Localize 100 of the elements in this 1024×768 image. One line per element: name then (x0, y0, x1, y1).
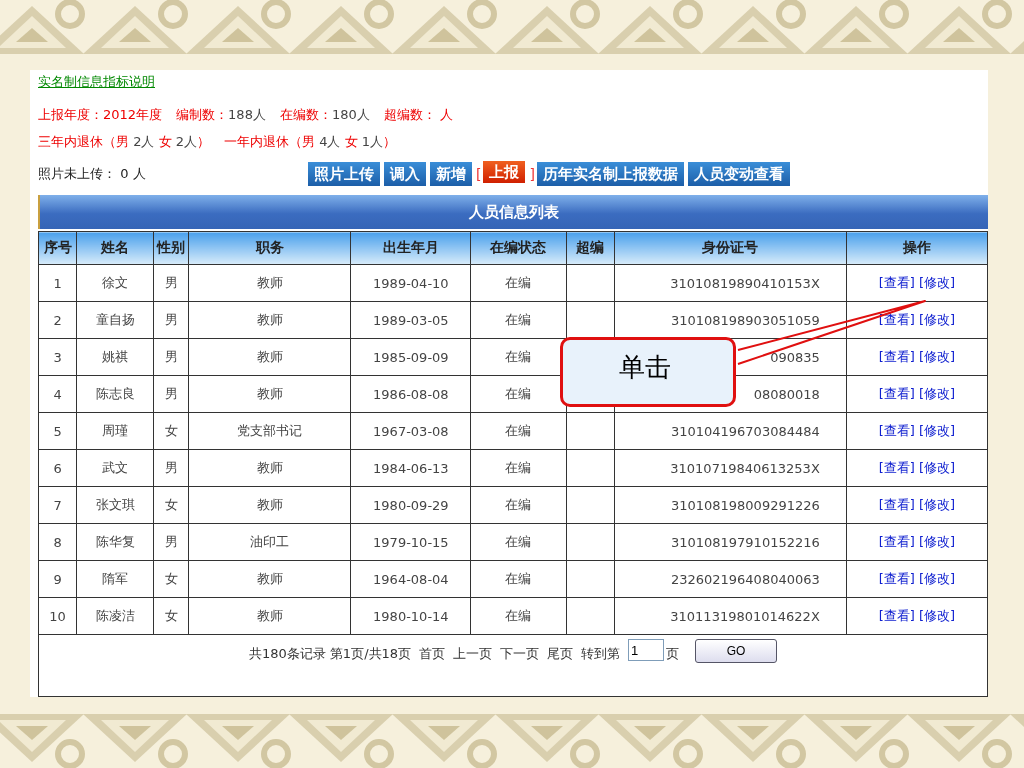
table-cell: 党支部书记 (188, 412, 351, 450)
edit-link[interactable]: [修改] (918, 460, 956, 475)
table-cell: 男 (153, 301, 189, 339)
view-link[interactable]: [查看] (878, 423, 915, 438)
column-header: 性别 (153, 231, 189, 265)
retire-label: 一年内退休（ (224, 133, 302, 149)
view-link[interactable]: [查看] (878, 497, 915, 512)
table-cell: 在编 (470, 560, 566, 598)
male-label: 男 (302, 133, 315, 149)
stat-label: 上报年度： (38, 106, 103, 122)
view-link[interactable]: [查看] (878, 460, 915, 475)
callout: 单击 (560, 337, 736, 407)
table-cell: 1964-08-04 (350, 560, 471, 598)
table-cell: 教师 (188, 560, 351, 598)
edit-link[interactable]: [修改] (918, 275, 956, 290)
table-cell: 教师 (188, 301, 351, 339)
column-header: 职务 (188, 231, 351, 265)
table-cell: 9 (38, 560, 77, 598)
edit-link[interactable]: [修改] (918, 497, 956, 512)
table-cell: 在编 (470, 597, 566, 635)
table-cell: 男 (153, 375, 189, 413)
table-cell: 在编 (470, 412, 566, 450)
female-label: 女 (344, 133, 358, 149)
edit-link[interactable]: [修改] (918, 534, 956, 549)
stat-value: 2012年度 (103, 106, 163, 122)
table-cell: 姚祺 (76, 338, 154, 376)
table-cell: 1 (38, 264, 77, 302)
page-link[interactable]: 下一页 (500, 645, 540, 663)
table-cell: 1989-04-10 (350, 264, 471, 302)
table-cell: 女 (153, 486, 189, 524)
action-button[interactable]: 人员变动查看 (687, 162, 790, 186)
action-button[interactable]: 新增 (430, 162, 472, 186)
page-input[interactable]: 1 (628, 639, 665, 661)
bracket-icon: ] (529, 166, 535, 182)
table-cell: 教师 (188, 597, 351, 635)
table-cell: 陈凌洁 (76, 597, 154, 635)
table-cell: 1980-09-29 (350, 486, 471, 524)
table-cell: 1984-06-13 (350, 449, 471, 487)
page-link[interactable]: 尾页 (547, 645, 574, 663)
table-cell: 童自扬 (76, 301, 154, 339)
view-link[interactable]: [查看] (878, 386, 915, 401)
table-cell: 在编 (470, 523, 566, 561)
page-link[interactable]: 上一页 (453, 645, 493, 663)
list-title-bar: 人员信息列表 (38, 195, 988, 229)
table-cell: 张文琪 (76, 486, 154, 524)
table-cell: 教师 (188, 375, 351, 413)
edit-link[interactable]: [修改] (918, 608, 956, 623)
table-cell: 1980-10-14 (350, 597, 471, 635)
edit-link[interactable]: [修改] (918, 571, 956, 586)
action-button[interactable]: 历年实名制上报数据 (536, 162, 684, 186)
stat-label: 超编数： (383, 106, 436, 122)
table-cell: 男 (153, 449, 189, 487)
column-header: 身份证号 (614, 231, 847, 265)
table-cell: 1967-03-08 (350, 412, 471, 450)
view-link[interactable]: [查看] (878, 534, 915, 549)
table-cell: 1979-10-15 (350, 523, 471, 561)
table-cell: 女 (153, 412, 189, 450)
page-link[interactable]: 首页 (419, 645, 446, 663)
stat-label: 在编数： (279, 106, 332, 122)
table-cell: 1986-08-08 (350, 375, 471, 413)
edit-link[interactable]: [修改] (918, 386, 956, 401)
table-cell: 陈华复 (76, 523, 154, 561)
male-count: 2人 (133, 133, 155, 149)
photo-count: 0 人 (120, 166, 146, 181)
stat-value: 188人 (228, 106, 266, 122)
view-link[interactable]: [查看] (878, 349, 915, 364)
column-header: 序号 (38, 231, 77, 265)
table-cell: 教师 (188, 449, 351, 487)
view-link[interactable]: [查看] (878, 608, 915, 623)
table-cell: 在编 (470, 486, 566, 524)
table-cell: 7 (38, 486, 77, 524)
goto-label: 转到第 (581, 645, 621, 663)
table-cell: 2 (38, 301, 77, 339)
male-label: 男 (116, 133, 129, 149)
table-cell: 1985-09-09 (350, 338, 471, 376)
edit-link[interactable]: [修改] (918, 312, 956, 327)
view-link[interactable]: [查看] (878, 275, 915, 290)
record-summary: 共180条记录 第1页/共18页 (248, 645, 412, 663)
photo-label: 照片未上传： (38, 166, 116, 181)
table-cell: 8 (38, 523, 77, 561)
table-cell: 周瑾 (76, 412, 154, 450)
table-cell: 310104196703084484 (614, 412, 847, 450)
table-cell: 在编 (470, 301, 566, 339)
edit-link[interactable]: [修改] (918, 423, 956, 438)
table-cell: 男 (153, 338, 189, 376)
go-button[interactable]: GO (695, 639, 778, 663)
table-cell: 4 (38, 375, 77, 413)
table-cell: 教师 (188, 486, 351, 524)
action-button[interactable]: 调入 (384, 162, 426, 186)
table-cell: 隋军 (76, 560, 154, 598)
column-header: 出生年月 (350, 231, 471, 265)
column-header: 操作 (846, 231, 988, 265)
view-link[interactable]: [查看] (878, 571, 915, 586)
action-button[interactable]: 照片上传 (308, 162, 380, 186)
info-link[interactable]: 实名制信息指标说明 (38, 73, 155, 91)
edit-link[interactable]: [修改] (918, 349, 956, 364)
column-header: 姓名 (76, 231, 154, 265)
table-cell: 在编 (470, 449, 566, 487)
report-button[interactable]: 上报 (483, 161, 526, 183)
table-cell: 陈志良 (76, 375, 154, 413)
